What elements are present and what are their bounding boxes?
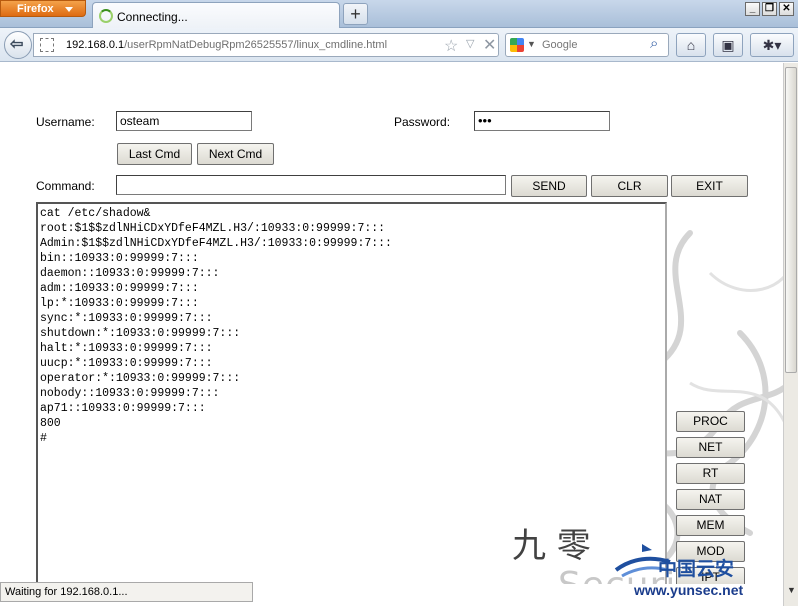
exit-button[interactable]: EXIT: [671, 175, 748, 197]
command-label: Command:: [36, 179, 95, 193]
console-line: daemon::10933:0:99999:7:::: [40, 267, 220, 280]
clr-button[interactable]: CLR: [591, 175, 668, 197]
home-button[interactable]: ⌂: [676, 33, 706, 57]
addon-button[interactable]: ✱▾: [750, 33, 794, 57]
web-page: Username: osteam Password: ••• Last Cmd …: [0, 63, 783, 584]
send-button[interactable]: SEND: [511, 175, 587, 197]
console-line: cat /etc/shadow&: [40, 207, 151, 220]
status-bar: Waiting for 192.168.0.1...: [0, 582, 253, 602]
console-line: adm::10933:0:99999:7:::: [40, 282, 199, 295]
command-input[interactable]: [116, 175, 506, 195]
bug-icon: ✱▾: [762, 37, 782, 53]
firefox-menu-button[interactable]: Firefox: [0, 0, 86, 17]
bookmark-star-icon[interactable]: ☆: [444, 36, 458, 56]
minimize-window-button[interactable]: _: [745, 2, 760, 16]
console-line: bin::10933:0:99999:7:::: [40, 252, 199, 265]
console-line: ap71::10933:0:99999:7:::: [40, 402, 206, 415]
bookmarks-button[interactable]: ▣: [713, 33, 743, 57]
history-dropdown-icon[interactable]: ▽: [466, 37, 474, 50]
browser-tab-strip: Firefox Connecting... + _ ❐ ✕: [0, 0, 798, 28]
net-button[interactable]: NET: [676, 437, 745, 458]
url-host: 192.168.0.1: [66, 39, 125, 51]
console-line: Admin:$1$$zdlNHiCDxYDfeF4MZL.H3/:10933:0…: [40, 237, 392, 250]
password-label: Password:: [394, 115, 451, 129]
console-line: uucp:*:10933:0:99999:7:::: [40, 357, 213, 370]
console-line: lp:*:10933:0:99999:7:::: [40, 297, 199, 310]
username-label: Username:: [36, 115, 95, 129]
page-icon: [40, 38, 54, 52]
address-bar[interactable]: 192.168.0.1/userRpmNatDebugRpm26525557/l…: [33, 33, 499, 57]
home-icon: ⌂: [686, 37, 696, 53]
console-line: root:$1$$zdlNHiCDxYDfeF4MZL.H3/:10933:0:…: [40, 222, 386, 235]
logo-url-text: www.yunsec.net: [634, 582, 744, 598]
new-tab-button[interactable]: +: [343, 3, 368, 25]
nat-button[interactable]: NAT: [676, 489, 745, 510]
scrollbar-thumb[interactable]: [785, 67, 797, 373]
tab-title: Connecting...: [117, 10, 188, 24]
console-line: halt:*:10933:0:99999:7:::: [40, 342, 213, 355]
cjk-watermark: 九 零: [512, 526, 591, 566]
loading-spinner-icon: [99, 9, 113, 23]
maximize-window-button[interactable]: ❐: [762, 2, 777, 16]
console-line: operator:*:10933:0:99999:7:::: [40, 372, 241, 385]
bookmarks-icon: ▣: [721, 37, 735, 53]
next-cmd-button[interactable]: Next Cmd: [197, 143, 274, 165]
google-icon[interactable]: [510, 38, 524, 52]
yunsec-logo: 中国云安 www.yunsec.net: [610, 538, 798, 602]
back-arrow-icon: ⇦: [10, 36, 24, 53]
vertical-scrollbar[interactable]: ▼: [783, 63, 798, 606]
stop-icon[interactable]: ✕: [483, 35, 496, 55]
rt-button[interactable]: RT: [676, 463, 745, 484]
search-input[interactable]: Google: [542, 39, 577, 51]
search-bar[interactable]: ▼ Google ⌕: [505, 33, 669, 57]
logo-chinese-text: 中国云安: [658, 558, 735, 580]
last-cmd-button[interactable]: Last Cmd: [117, 143, 192, 165]
navigation-toolbar: ⇦ 192.168.0.1/userRpmNatDebugRpm26525557…: [0, 28, 798, 62]
url-path: /userRpmNatDebugRpm26525557/linux_cmdlin…: [124, 39, 388, 51]
close-window-button[interactable]: ✕: [779, 2, 794, 16]
proc-button[interactable]: PROC: [676, 411, 745, 432]
search-icon[interactable]: ⌕: [650, 35, 658, 52]
console-line: #: [40, 432, 47, 445]
search-engine-dropdown-icon[interactable]: ▼: [527, 39, 536, 49]
console-line: 800: [40, 417, 61, 430]
back-button[interactable]: ⇦: [4, 31, 32, 59]
firefox-menu-label: Firefox: [17, 3, 54, 15]
address-text[interactable]: 192.168.0.1/userRpmNatDebugRpm26525557/l…: [66, 39, 387, 51]
console-line: sync:*:10933:0:99999:7:::: [40, 312, 213, 325]
mem-button[interactable]: MEM: [676, 515, 745, 536]
username-field[interactable]: osteam: [116, 111, 252, 131]
console-line: shutdown:*:10933:0:99999:7:::: [40, 327, 241, 340]
console-line: nobody::10933:0:99999:7:::: [40, 387, 220, 400]
browser-tab[interactable]: Connecting...: [92, 2, 340, 28]
password-field[interactable]: •••: [474, 111, 610, 131]
chevron-down-icon: [65, 7, 73, 12]
